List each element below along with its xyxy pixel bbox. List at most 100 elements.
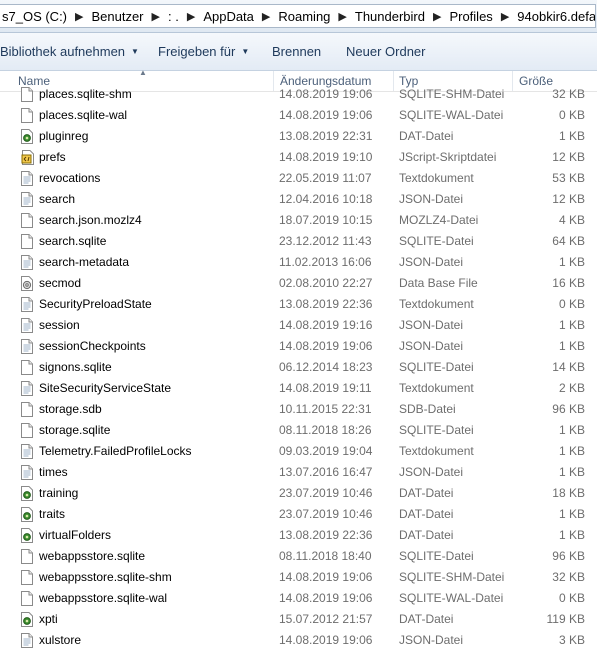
- file-date: 14.08.2019 19:16: [279, 318, 373, 332]
- file-row[interactable]: search.json.mozlz4 18.07.2019 10:15 MOZLZ4…: [0, 210, 597, 231]
- file-size: 2 KB: [558, 381, 585, 395]
- file-type: JSON-Datei: [399, 192, 464, 206]
- file-size: 32 KB: [552, 87, 585, 101]
- file-date: 15.07.2012 21:57: [279, 612, 373, 626]
- file-date: 14.08.2019 19:06: [279, 108, 373, 122]
- share-with-button[interactable]: Freigeben für ▼: [158, 44, 249, 59]
- text-file-icon: [21, 633, 33, 648]
- file-row[interactable]: search.sqlite 23.12.2012 11:43 SQLITE-Date…: [0, 231, 597, 252]
- file-row[interactable]: prefs 14.08.2019 19:10 JScript-Skriptdatei…: [0, 147, 597, 168]
- file-row[interactable]: webappsstore.sqlite-shm 14.08.2019 19:06 S…: [0, 567, 597, 588]
- file-list: places.sqlite-shm 14.08.2019 19:06 SQLITE-…: [0, 84, 597, 651]
- file-date: 08.11.2018 18:40: [279, 549, 372, 563]
- file-row[interactable]: SecurityPreloadState 13.08.2019 22:36 Text…: [0, 294, 597, 315]
- file-row[interactable]: Telemetry.FailedProfileLocks 09.03.2019 1…: [0, 441, 597, 462]
- file-size: 1 KB: [558, 318, 585, 332]
- breadcrumb-profiles[interactable]: Profiles: [447, 9, 494, 24]
- blank-file-icon: [21, 108, 33, 123]
- breadcrumb-thunderbird[interactable]: Thunderbird: [353, 9, 427, 24]
- text-file-icon: [21, 171, 33, 186]
- file-row[interactable]: storage.sdb 10.11.2015 22:31 SDB-Datei 96 K…: [0, 399, 597, 420]
- file-name: SecurityPreloadState: [39, 297, 152, 311]
- file-row[interactable]: traits 23.07.2019 10:46 DAT-Datei 1 KB: [0, 504, 597, 525]
- file-date: 02.08.2010 22:27: [279, 276, 373, 290]
- file-row[interactable]: places.sqlite-shm 14.08.2019 19:06 SQLITE-…: [0, 84, 597, 105]
- breadcrumb-separator-icon[interactable]: ▶: [427, 10, 447, 23]
- dat-file-icon: [21, 528, 33, 543]
- file-date: 18.07.2019 10:15: [279, 213, 373, 227]
- file-row[interactable]: pluginreg 13.08.2019 22:31 DAT-Datei 1 KB: [0, 126, 597, 147]
- file-size: 3 KB: [558, 633, 585, 647]
- file-date: 13.08.2019 22:36: [279, 528, 373, 542]
- file-row[interactable]: revocations 22.05.2019 11:07 Textdokument 5…: [0, 168, 597, 189]
- file-date: 11.02.2013 16:06: [279, 255, 372, 269]
- file-type: Data Base File: [399, 276, 478, 290]
- blank-file-icon: [21, 87, 33, 102]
- breadcrumb-profile-folder[interactable]: 94obkir6.default: [515, 9, 595, 24]
- file-type: JSON-Datei: [399, 318, 464, 332]
- breadcrumb-appdata[interactable]: AppData: [201, 9, 256, 24]
- blank-file-icon: [21, 360, 33, 375]
- file-name: signons.sqlite: [39, 360, 112, 374]
- breadcrumb-drive[interactable]: s7_OS (C:): [0, 9, 69, 24]
- blank-file-icon: [21, 570, 33, 585]
- file-type: Textdokument: [399, 381, 474, 395]
- file-date: 06.12.2014 18:23: [279, 360, 373, 374]
- file-row[interactable]: xulstore 14.08.2019 19:06 JSON-Datei 3 KB: [0, 630, 597, 651]
- file-row[interactable]: places.sqlite-wal 14.08.2019 19:06 SQLITE-…: [0, 105, 597, 126]
- breadcrumb-separator-icon[interactable]: ▶: [69, 10, 89, 23]
- include-in-library-label: Bibliothek aufnehmen: [0, 44, 126, 59]
- burn-label: Brennen: [272, 44, 322, 59]
- file-row[interactable]: signons.sqlite 06.12.2014 18:23 SQLITE-Dat…: [0, 357, 597, 378]
- file-row[interactable]: webappsstore.sqlite 08.11.2018 18:40 SQLIT…: [0, 546, 597, 567]
- file-size: 14 KB: [552, 360, 585, 374]
- file-date: 23.07.2019 10:46: [279, 507, 373, 521]
- breadcrumb-separator-icon[interactable]: ▶: [256, 10, 276, 23]
- file-size: 1 KB: [558, 444, 585, 458]
- breadcrumb-separator-icon[interactable]: ▶: [332, 10, 352, 23]
- file-row[interactable]: sessionCheckpoints 14.08.2019 19:06 JSON-D…: [0, 336, 597, 357]
- file-type: JScript-Skriptdatei: [399, 150, 497, 164]
- file-size: 53 KB: [552, 171, 585, 185]
- file-size: 1 KB: [558, 507, 585, 521]
- file-size: 1 KB: [558, 528, 585, 542]
- file-type: SQLITE-Datei: [399, 360, 474, 374]
- burn-button[interactable]: Brennen: [272, 44, 321, 59]
- breadcrumb-users[interactable]: Benutzer: [89, 9, 145, 24]
- file-name: session: [39, 318, 80, 332]
- breadcrumb-user[interactable]: : .: [166, 9, 181, 24]
- breadcrumb-separator-icon[interactable]: ▶: [146, 10, 166, 23]
- file-name: search-metadata: [39, 255, 130, 269]
- file-row[interactable]: SiteSecurityServiceState 14.08.2019 19:11…: [0, 378, 597, 399]
- file-row[interactable]: storage.sqlite 08.11.2018 18:26 SQLITE-Dat…: [0, 420, 597, 441]
- file-type: Textdokument: [399, 444, 474, 458]
- file-name: webappsstore.sqlite: [39, 549, 146, 563]
- file-type: MOZLZ4-Datei: [399, 213, 479, 227]
- breadcrumb-separator-icon[interactable]: ▶: [181, 10, 201, 23]
- file-row[interactable]: search-metadata 11.02.2013 16:06 JSON-Date…: [0, 252, 597, 273]
- file-row[interactable]: times 13.07.2016 16:47 JSON-Datei 1 KB: [0, 462, 597, 483]
- dat-file-icon: [21, 612, 33, 627]
- file-row[interactable]: webappsstore.sqlite-wal 14.08.2019 19:06 S…: [0, 588, 597, 609]
- breadcrumb-roaming[interactable]: Roaming: [276, 9, 332, 24]
- file-name: secmod: [39, 276, 82, 290]
- chevron-down-icon: ▼: [241, 47, 250, 56]
- text-file-icon: [21, 381, 33, 396]
- file-row[interactable]: secmod 02.08.2010 22:27 Data Base File 16 K…: [0, 273, 597, 294]
- share-with-label: Freigeben für: [158, 44, 236, 59]
- address-bar-area: s7_OS (C:) ▶ Benutzer ▶ : . ▶ AppData ▶ …: [0, 0, 597, 33]
- command-bar: Bibliothek aufnehmen ▼ Freigeben für ▼ Bre…: [0, 33, 597, 71]
- file-row[interactable]: virtualFolders 13.08.2019 22:36 DAT-Datei 1…: [0, 525, 597, 546]
- include-in-library-button[interactable]: Bibliothek aufnehmen ▼: [0, 44, 139, 59]
- file-type: SDB-Datei: [399, 402, 456, 416]
- file-row[interactable]: training 23.07.2019 10:46 DAT-Datei 18 KB: [0, 483, 597, 504]
- file-type: DAT-Datei: [399, 129, 454, 143]
- new-folder-button[interactable]: Neuer Ordner: [346, 44, 425, 59]
- address-bar[interactable]: s7_OS (C:) ▶ Benutzer ▶ : . ▶ AppData ▶ …: [0, 4, 596, 28]
- file-date: 10.11.2015 22:31: [279, 402, 372, 416]
- file-date: 12.04.2016 10:18: [279, 192, 373, 206]
- file-row[interactable]: session 14.08.2019 19:16 JSON-Datei 1 KB: [0, 315, 597, 336]
- file-row[interactable]: search 12.04.2016 10:18 JSON-Datei 12 KB: [0, 189, 597, 210]
- breadcrumb-separator-icon[interactable]: ▶: [495, 10, 515, 23]
- file-row[interactable]: xpti 15.07.2012 21:57 DAT-Datei 119 KB: [0, 609, 597, 630]
